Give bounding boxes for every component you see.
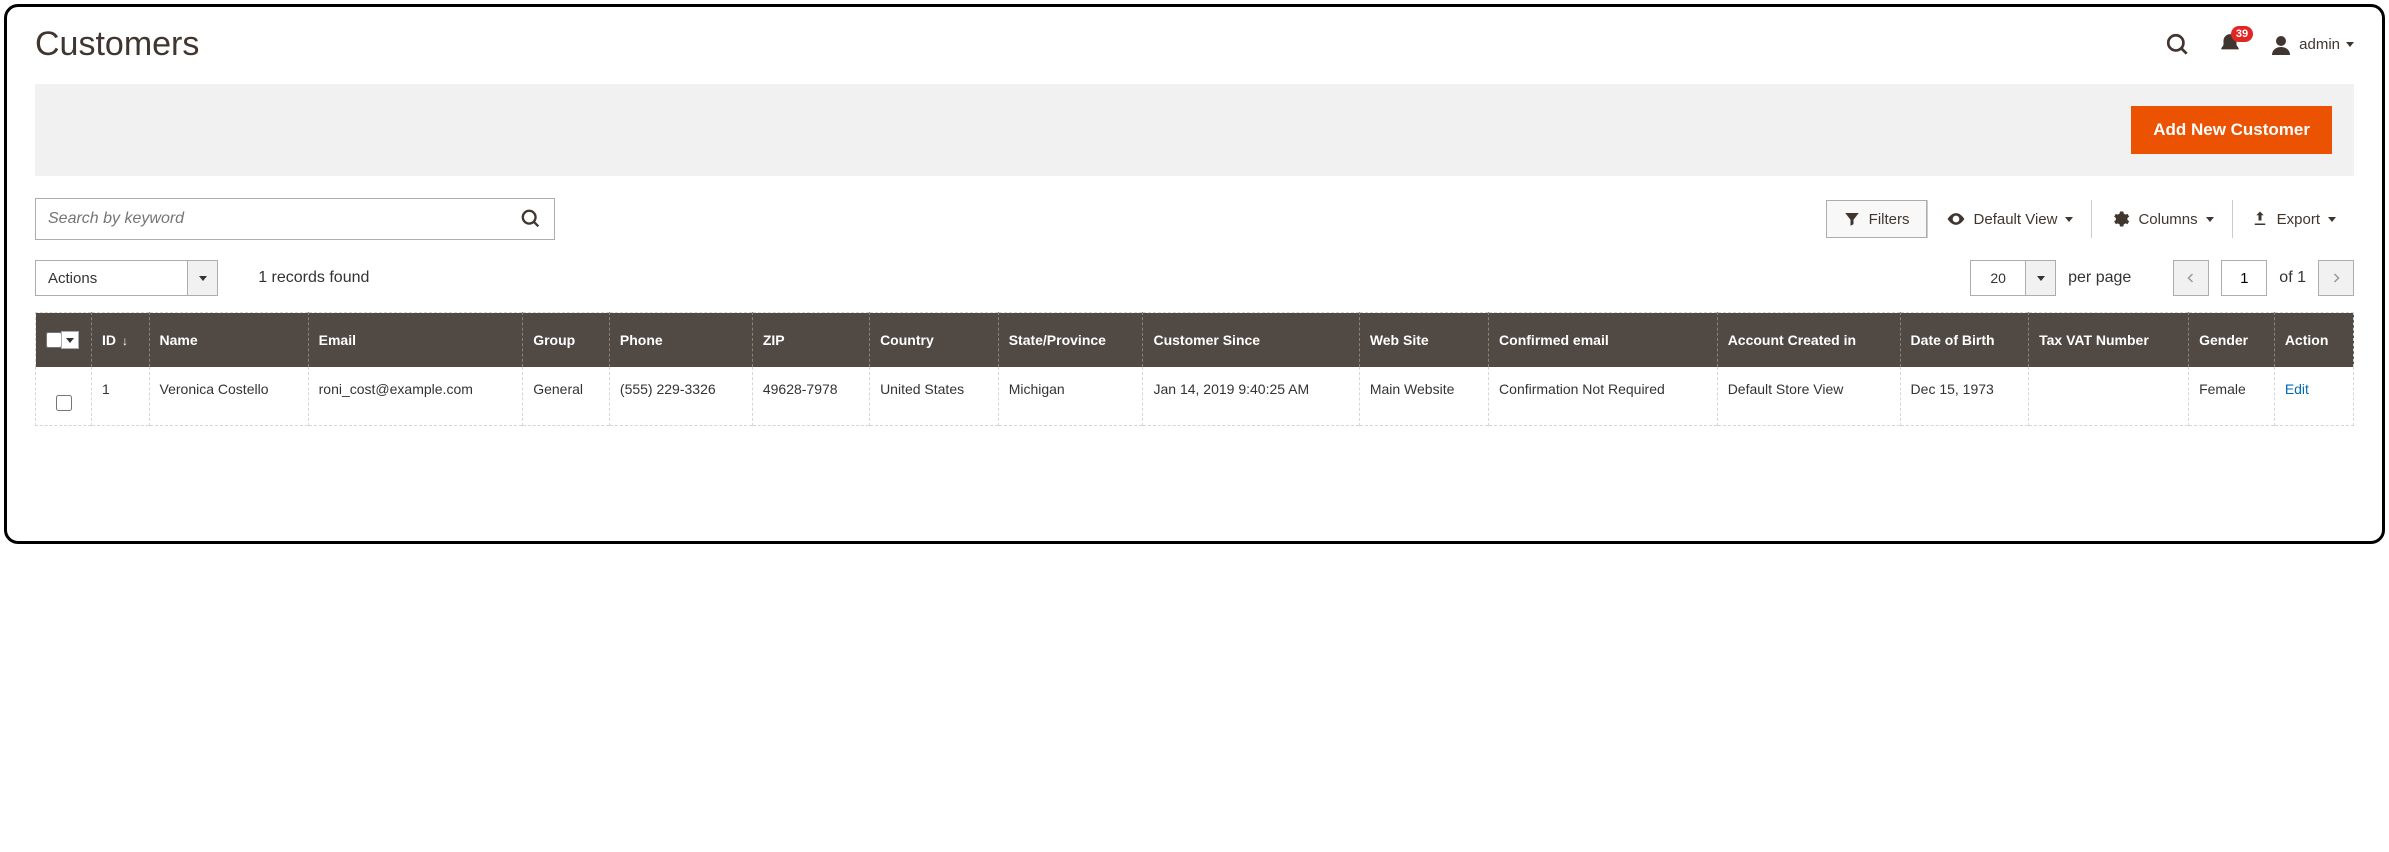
per-page-label: per page [2068, 269, 2131, 287]
per-page-select[interactable]: 20 [1970, 260, 2056, 296]
per-page-toggle[interactable] [2026, 260, 2056, 296]
add-new-customer-button[interactable]: Add New Customer [2131, 106, 2332, 154]
select-all-checkbox[interactable] [46, 332, 62, 348]
keyword-search [35, 198, 555, 240]
col-group[interactable]: Group [523, 313, 610, 368]
keyword-search-submit[interactable] [508, 208, 554, 230]
records-found-label: 1 records found [258, 269, 369, 287]
caret-down-icon [2206, 217, 2214, 222]
col-dob[interactable]: Date of Birth [1900, 313, 2029, 368]
search-icon [520, 208, 542, 230]
select-all-options[interactable] [61, 331, 79, 349]
chevron-left-icon [2185, 272, 2197, 284]
caret-down-icon [2346, 42, 2354, 47]
export-label: Export [2277, 211, 2320, 228]
mass-actions-dropdown[interactable]: Actions [35, 260, 218, 296]
sort-descending-icon: ↓ [122, 334, 128, 348]
col-name[interactable]: Name [149, 313, 308, 368]
cell-tax-vat [2029, 367, 2189, 426]
cell-website: Main Website [1359, 367, 1488, 426]
col-zip[interactable]: ZIP [752, 313, 869, 368]
default-view-label: Default View [1974, 211, 2058, 228]
caret-down-icon [2065, 217, 2073, 222]
page-number-input[interactable] [2221, 260, 2267, 296]
customers-grid: ID↓ Name Email Group Phone ZIP Country S… [35, 312, 2354, 426]
mass-actions-label: Actions [35, 260, 188, 296]
export-icon [2251, 210, 2269, 228]
global-search-button[interactable] [2165, 32, 2191, 58]
primary-action-bar: Add New Customer [35, 84, 2354, 176]
cell-email: roni_cost@example.com [308, 367, 523, 426]
notification-count-badge: 39 [2231, 26, 2253, 42]
cell-confirmed: Confirmation Not Required [1489, 367, 1718, 426]
user-icon [2269, 33, 2293, 57]
mass-actions-toggle[interactable] [188, 260, 218, 296]
caret-down-icon [2037, 276, 2045, 281]
search-icon [2165, 32, 2191, 58]
col-action[interactable]: Action [2274, 313, 2353, 368]
col-tax-vat[interactable]: Tax VAT Number [2029, 313, 2189, 368]
cell-since: Jan 14, 2019 9:40:25 AM [1143, 367, 1359, 426]
columns-label: Columns [2138, 211, 2197, 228]
cell-name: Veronica Costello [149, 367, 308, 426]
col-gender[interactable]: Gender [2189, 313, 2275, 368]
cell-state: Michigan [998, 367, 1143, 426]
col-since[interactable]: Customer Since [1143, 313, 1359, 368]
cell-phone: (555) 229-3326 [609, 367, 752, 426]
cell-created-in: Default Store View [1717, 367, 1900, 426]
default-view-button[interactable]: Default View [1927, 200, 2092, 238]
col-id[interactable]: ID↓ [92, 313, 150, 368]
prev-page-button[interactable] [2173, 260, 2209, 296]
page-of-label: of 1 [2279, 269, 2306, 287]
cell-gender: Female [2189, 367, 2275, 426]
col-created-in[interactable]: Account Created in [1717, 313, 1900, 368]
col-website[interactable]: Web Site [1359, 313, 1488, 368]
eye-icon [1946, 209, 1966, 229]
funnel-icon [1843, 210, 1861, 228]
user-name: admin [2299, 36, 2340, 53]
cell-zip: 49628-7978 [752, 367, 869, 426]
col-confirmed[interactable]: Confirmed email [1489, 313, 1718, 368]
col-country[interactable]: Country [870, 313, 999, 368]
keyword-search-input[interactable] [36, 210, 508, 228]
user-menu[interactable]: admin [2269, 33, 2354, 57]
cell-group: General [523, 367, 610, 426]
page-title: Customers [35, 25, 199, 64]
cell-country: United States [870, 367, 999, 426]
col-state[interactable]: State/Province [998, 313, 1143, 368]
col-email[interactable]: Email [308, 313, 523, 368]
caret-down-icon [199, 276, 207, 281]
gear-icon [2110, 209, 2130, 229]
caret-down-icon [2328, 217, 2336, 222]
cell-id: 1 [92, 367, 150, 426]
col-phone[interactable]: Phone [609, 313, 752, 368]
filters-label: Filters [1869, 211, 1910, 228]
chevron-right-icon [2330, 272, 2342, 284]
edit-link[interactable]: Edit [2285, 381, 2309, 397]
caret-down-icon [66, 338, 74, 343]
cell-dob: Dec 15, 1973 [1900, 367, 2029, 426]
columns-button[interactable]: Columns [2091, 200, 2231, 238]
per-page-value: 20 [1970, 260, 2026, 296]
next-page-button[interactable] [2318, 260, 2354, 296]
row-checkbox[interactable] [56, 395, 72, 411]
table-row[interactable]: 1 Veronica Costello roni_cost@example.co… [36, 367, 2354, 426]
export-button[interactable]: Export [2232, 200, 2354, 238]
filters-button[interactable]: Filters [1826, 200, 1927, 238]
